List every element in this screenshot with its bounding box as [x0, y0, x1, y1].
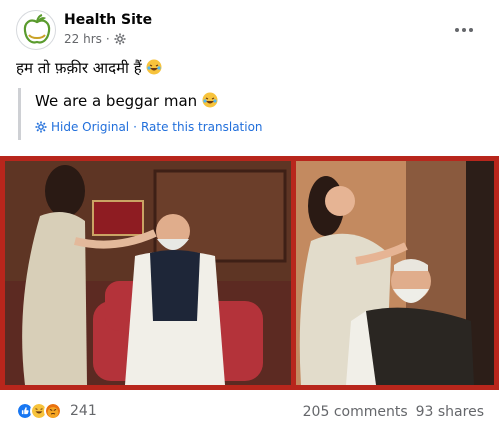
- post-photo[interactable]: [0, 156, 499, 390]
- photo-panel-left: [5, 161, 291, 385]
- translation-links: Hide Original · Rate this translation: [35, 120, 478, 134]
- link-separator: ·: [133, 120, 137, 134]
- page-name-link[interactable]: Health Site: [64, 12, 152, 28]
- reaction-count: 241: [70, 403, 97, 419]
- post-footer: 241 205 comments 93 shares: [16, 402, 486, 426]
- rate-translation-link[interactable]: Rate this translation: [141, 120, 263, 134]
- translated-text: We are a beggar man: [35, 92, 198, 110]
- public-gear-icon[interactable]: [114, 33, 126, 45]
- post-original-text: हम तो फ़क़ीर आदमी हैं: [16, 58, 162, 78]
- angry-reaction-icon: [44, 402, 62, 420]
- translation-block: We are a beggar man Hide Original · Rate…: [18, 88, 478, 140]
- post-timestamp[interactable]: 22 hrs: [64, 32, 102, 46]
- rofl-emoji-icon: [146, 59, 162, 75]
- post-header: Health Site 22 hrs ·: [16, 10, 486, 50]
- post-stats: 205 comments 93 shares: [303, 404, 484, 420]
- rofl-emoji-icon: [202, 92, 218, 108]
- original-text: हम तो फ़क़ीर आदमी हैं: [16, 59, 142, 77]
- shares-count-link[interactable]: 93 shares: [416, 404, 484, 420]
- translate-gear-icon: [35, 121, 47, 133]
- post-meta: 22 hrs ·: [64, 32, 126, 46]
- page-avatar[interactable]: [16, 10, 56, 50]
- more-options-icon[interactable]: [452, 18, 476, 42]
- photo-panel-right: [296, 161, 494, 385]
- comments-count-link[interactable]: 205 comments: [303, 404, 408, 420]
- meta-dot: ·: [105, 32, 110, 46]
- reactions-summary[interactable]: 241: [16, 402, 97, 420]
- translated-text-line: We are a beggar man: [35, 92, 478, 110]
- hide-original-link[interactable]: Hide Original: [51, 120, 129, 134]
- apple-logo-icon: [23, 14, 51, 44]
